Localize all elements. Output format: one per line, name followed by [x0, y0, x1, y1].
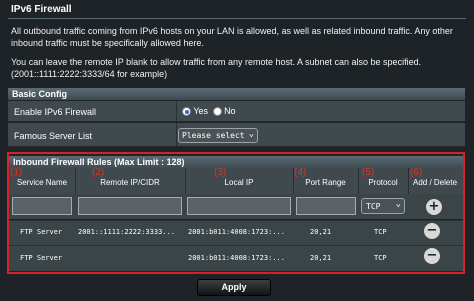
remote-ip-input[interactable] [78, 197, 182, 215]
no-label: No [224, 106, 236, 116]
rule-1-protocol: TCP [374, 228, 387, 236]
delete-rule-1-button[interactable]: − [424, 223, 440, 239]
yes-label: Yes [193, 106, 209, 116]
famous-server-label: Famous Server List [14, 131, 93, 141]
config-separator [176, 123, 177, 146]
basic-config-header: Basic Config [8, 88, 465, 100]
add-rule-button[interactable]: + [426, 199, 442, 215]
rule-2-port-range: 20,21 [310, 254, 332, 262]
no-radio[interactable] [212, 107, 222, 117]
annotation-number-6: (6) [410, 167, 423, 178]
port-range-input[interactable] [296, 197, 356, 215]
rule-2-protocol: TCP [374, 254, 387, 262]
yes-radio[interactable] [182, 107, 191, 117]
inbound-rules-header: Inbound Firewall Rules (Max Limit : 128) [9, 156, 463, 168]
enable-radio-group: Yes No [182, 106, 236, 117]
famous-server-select[interactable]: Please select ⌄ [178, 128, 258, 143]
page-title: IPv6 Firewall [11, 4, 72, 15]
protocol-select[interactable]: TCP ⌄ [361, 198, 405, 214]
annotation-number-2: (2) [92, 167, 105, 178]
rule-1-port-range: 20,21 [310, 228, 332, 236]
annotation-number-3: (3) [214, 167, 227, 178]
chevron-down-icon: ⌄ [248, 129, 254, 139]
column-header-protocol: Protocol [368, 178, 398, 187]
enable-firewall-row: Enable IPv6 Firewall Yes No [8, 101, 465, 122]
rule-2-local-ip: 2001:b011:4008:1723:... [188, 254, 285, 262]
column-header-local-ip: Local IP [224, 178, 254, 187]
rule-2-service: FTP Server [20, 254, 63, 262]
description-1: All outbound traffic coming from IPv6 ho… [11, 26, 453, 48]
title-divider [8, 18, 466, 19]
rule-1-local-ip: 2001:b011:4008:1723:... [188, 228, 285, 236]
annotation-number-4: (4) [294, 167, 307, 178]
local-ip-input[interactable] [187, 197, 291, 215]
rule-1-service: FTP Server [20, 228, 63, 236]
famous-server-select-value: Please select [182, 131, 245, 140]
chevron-down-icon: ⌄ [395, 199, 401, 209]
delete-rule-2-button[interactable]: − [424, 248, 440, 264]
famous-server-row: Famous Server List Please select ⌄ [8, 123, 465, 147]
rule-1-remote-ip: 2001::1111:2222:3333... [78, 228, 175, 236]
column-header-port-range: Port Range [305, 178, 346, 187]
description-2: You can leave the remote IP blank to all… [11, 57, 422, 79]
enable-firewall-label: Enable IPv6 Firewall [14, 107, 97, 117]
column-header-add-delete: Add / Delete [412, 178, 458, 187]
service-name-input[interactable] [12, 197, 72, 215]
protocol-select-value: TCP [366, 202, 381, 211]
config-separator [176, 101, 177, 121]
annotation-number-1: (1) [10, 167, 23, 178]
column-header-remote-ip: Remote IP/CIDR [100, 178, 160, 187]
apply-button[interactable]: Apply [197, 279, 271, 296]
column-header-service-name: Service Name [16, 178, 68, 187]
annotation-number-5: (5) [362, 167, 375, 178]
